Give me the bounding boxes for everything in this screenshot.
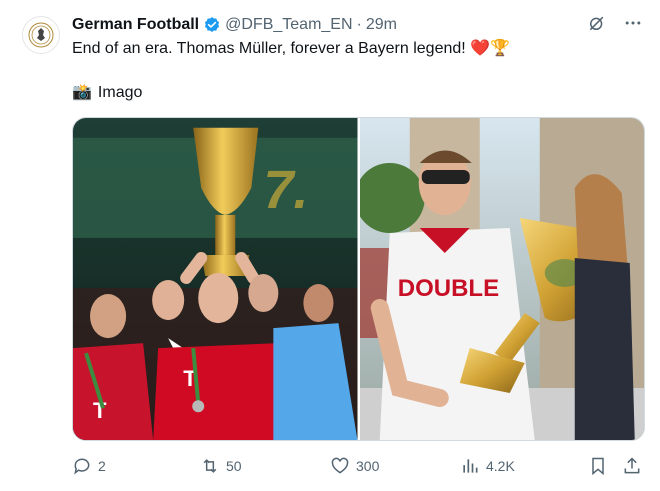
repost-button[interactable]: 50 (200, 454, 242, 478)
like-count: 300 (356, 458, 380, 474)
media-grid: 7. T T DOUBLE (72, 117, 645, 441)
views-count: 4.2K (486, 458, 515, 474)
photo-1[interactable]: 7. T T (73, 118, 358, 440)
tweet-text: End of an era. Thomas Müller, forever a … (72, 40, 510, 57)
share-icon (624, 457, 640, 474)
separator-dot: · (356, 16, 362, 33)
camera-icon: 📸 (72, 84, 92, 101)
photo-2[interactable]: DOUBLE (359, 118, 644, 440)
repost-count: 50 (226, 458, 242, 474)
reply-count: 2 (98, 458, 106, 474)
timestamp[interactable]: 29m (366, 16, 397, 34)
repost-icon (203, 459, 217, 473)
svg-text:7.: 7. (263, 160, 308, 220)
tweet-header: German Football @DFB_Team_EN · 29m (72, 14, 397, 36)
analytics-icon (463, 459, 478, 473)
photo-credit: 📸 Imago (72, 82, 142, 104)
author-name[interactable]: German Football (72, 16, 199, 34)
avatar[interactable] (22, 16, 60, 54)
more-options-icon[interactable] (622, 12, 644, 34)
bookmark-icon (592, 457, 604, 476)
reply-button[interactable]: 2 (72, 454, 106, 478)
dfb-crest-icon (28, 22, 54, 48)
jersey-text: DOUBLE (397, 275, 498, 302)
author-handle[interactable]: @DFB_Team_EN (225, 16, 352, 34)
like-button[interactable]: 300 (330, 454, 379, 478)
bookmark-button[interactable] (588, 454, 608, 478)
action-bar: 2 50 300 4.2K (72, 454, 643, 478)
heart-icon (331, 457, 349, 474)
grok-icon[interactable] (586, 12, 608, 34)
credit-text: Imago (97, 84, 143, 101)
reply-icon (74, 458, 90, 475)
share-button[interactable] (622, 454, 642, 478)
verified-badge-icon (203, 16, 221, 34)
views-button[interactable]: 4.2K (460, 454, 515, 478)
